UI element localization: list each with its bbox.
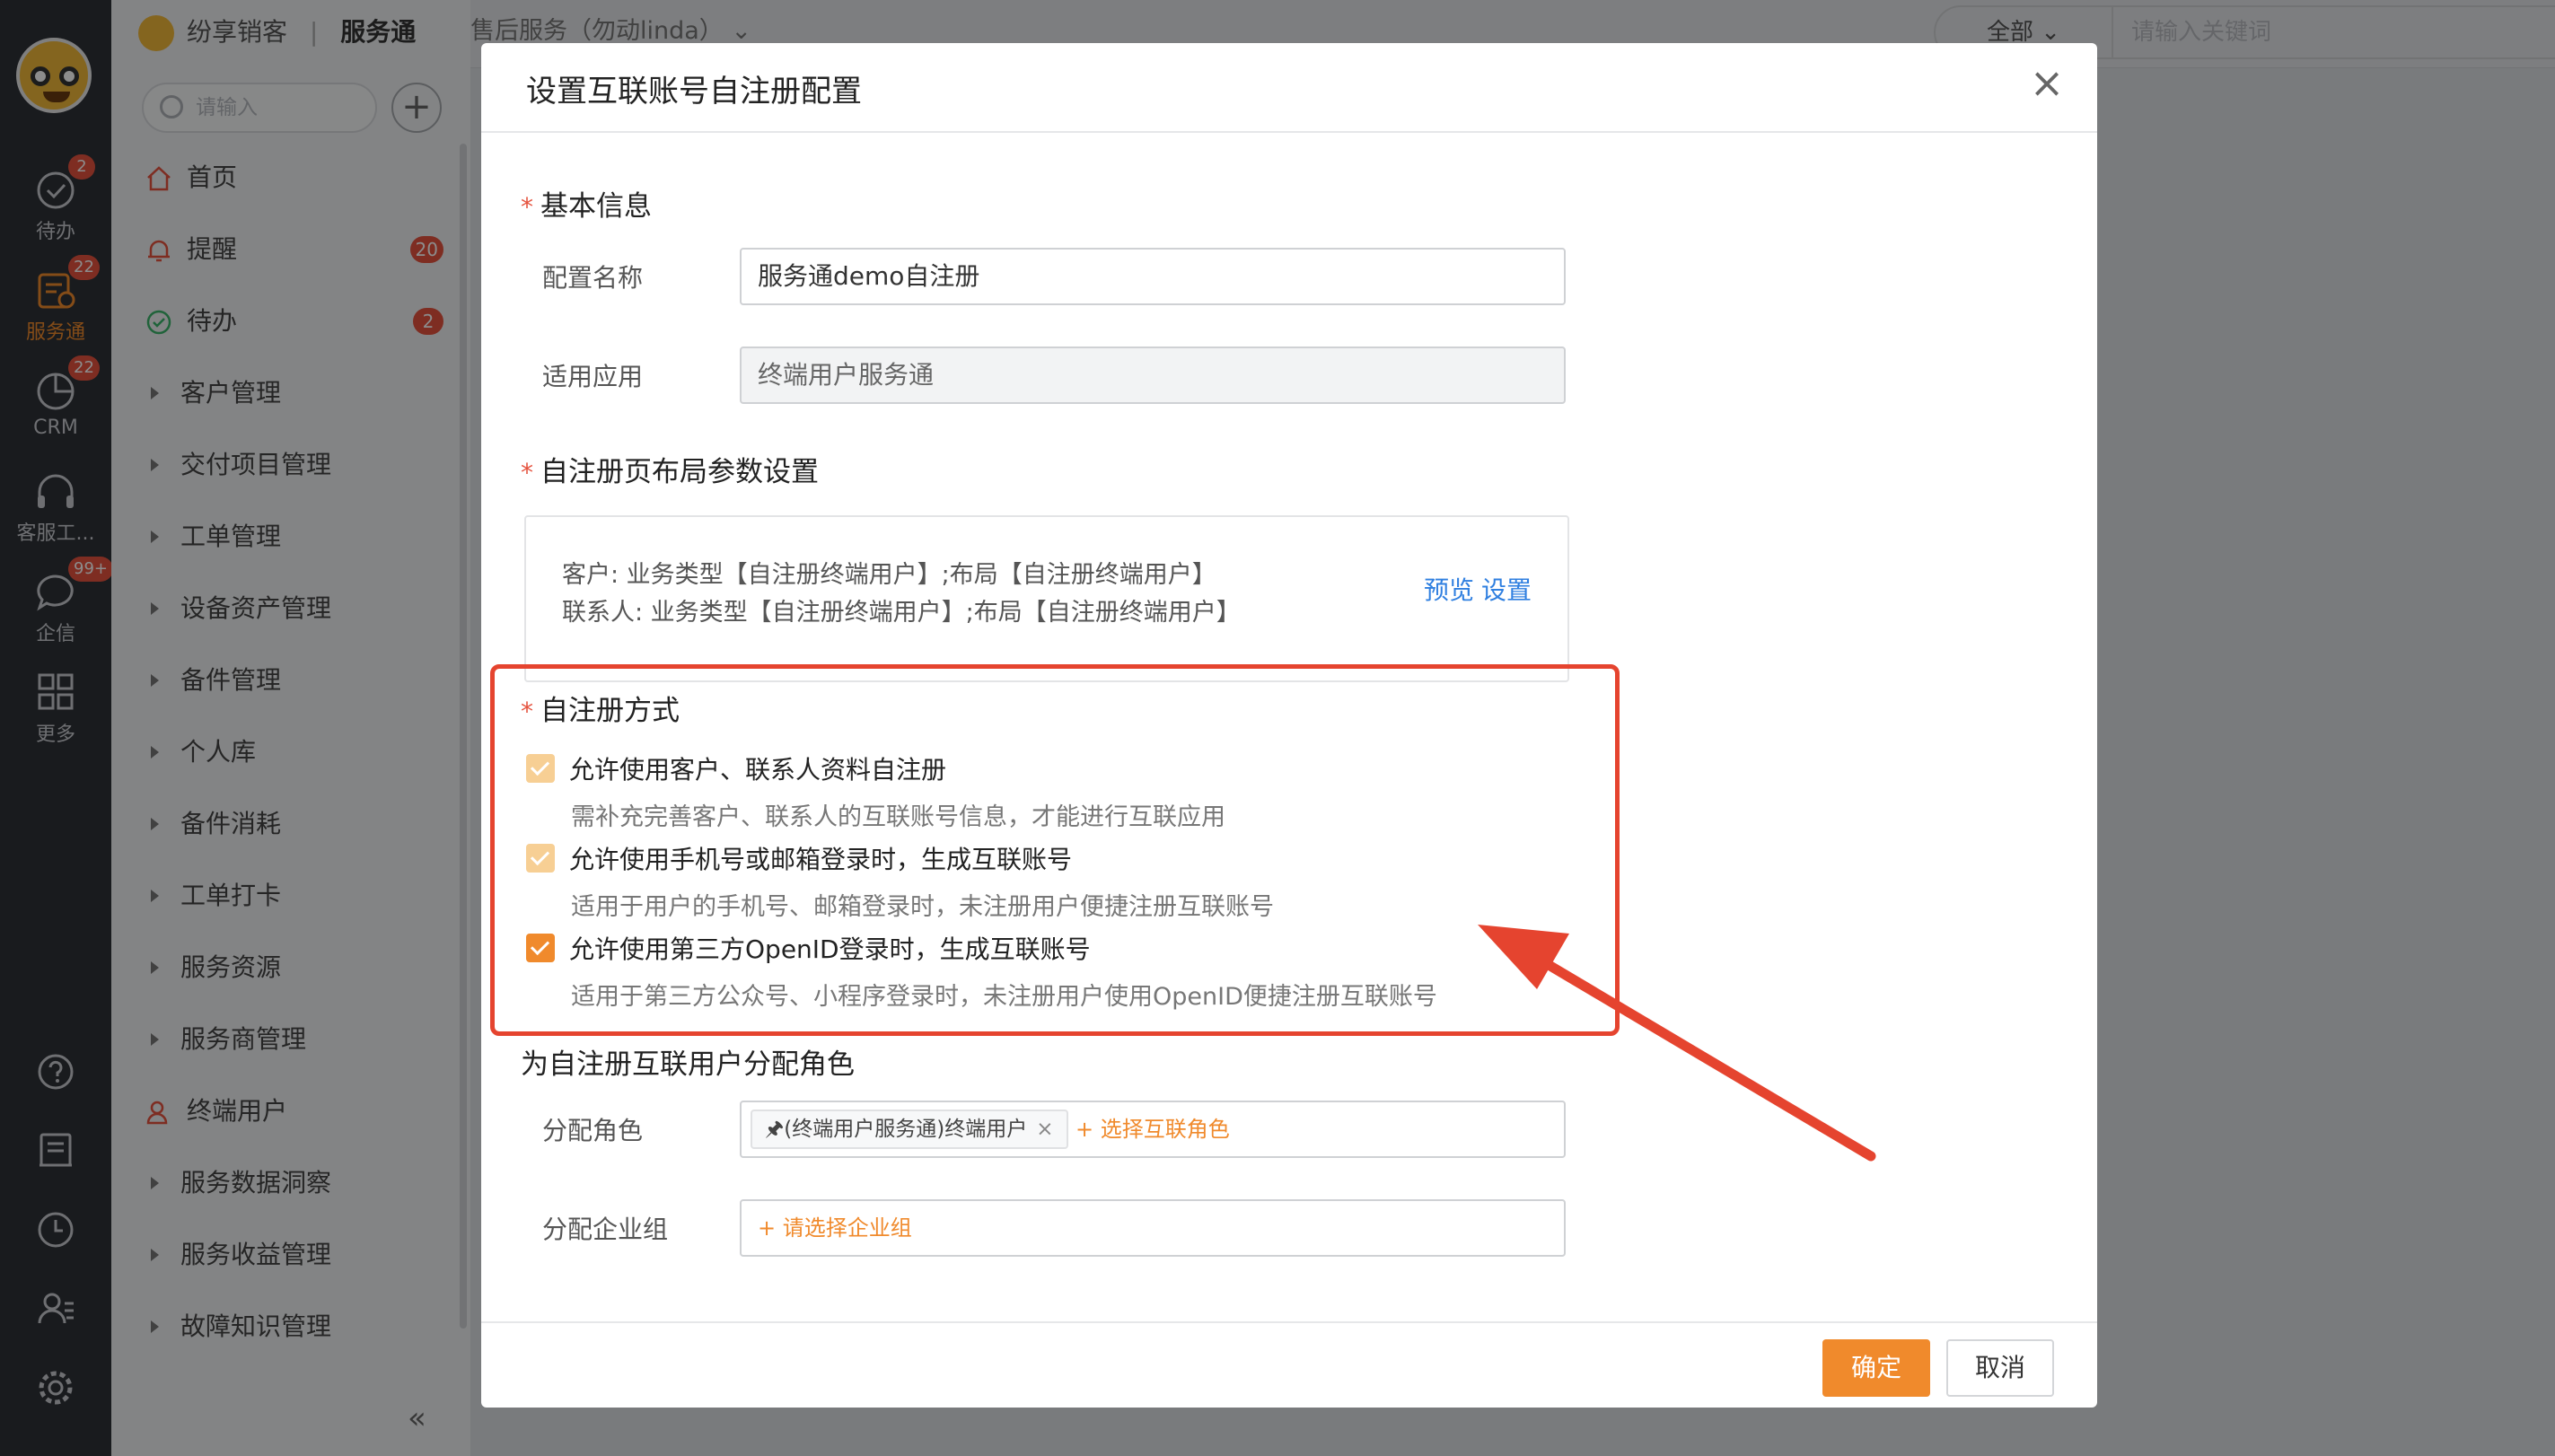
annotation-arrow-icon <box>1478 925 1876 1162</box>
